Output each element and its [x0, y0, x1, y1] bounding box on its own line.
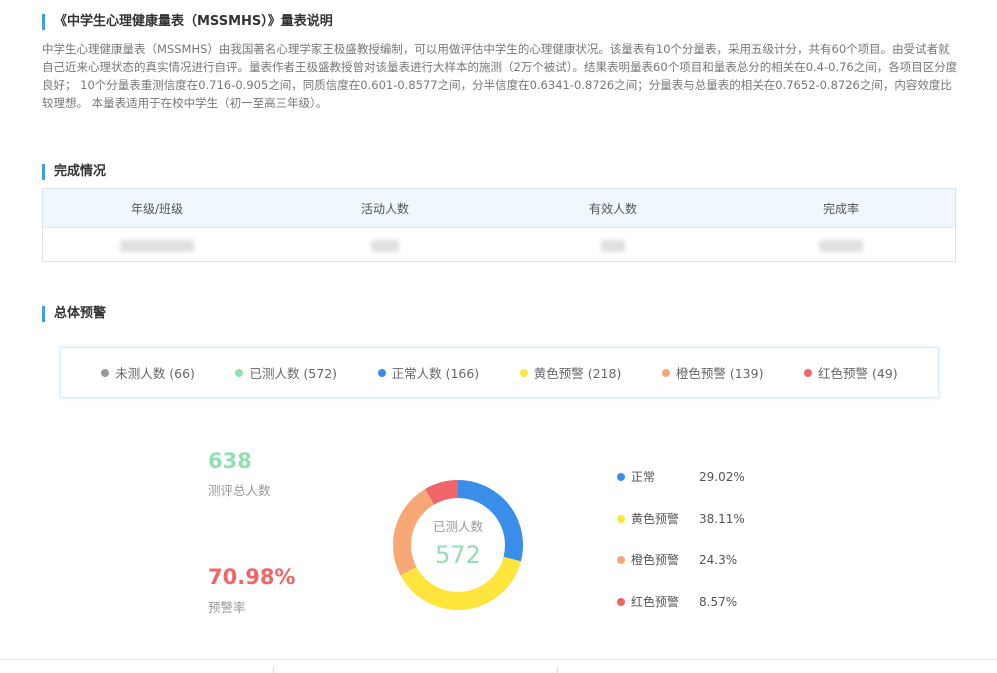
redacted-grade-class: [43, 228, 271, 263]
warning-rate-value: 70.98%: [208, 565, 296, 589]
column-header-valid-count: 有效人数: [588, 201, 637, 216]
breakdown-name: 黄色预警: [631, 512, 680, 526]
breakdown-item-red: 红色预警 8.57%: [617, 593, 787, 610]
legend-label: 已测人数 (572): [249, 366, 338, 381]
blue-dot-icon: [377, 368, 386, 377]
yellow-dot-icon: [519, 368, 528, 377]
breakdown-percent: 24.3%: [699, 552, 738, 567]
breakdown-percent: 29.02%: [699, 469, 745, 484]
table-header-row: 年级/班级 活动人数 有效人数 完成率: [43, 189, 955, 228]
bottom-divider: [0, 659, 997, 660]
legend-item-yellow-warning[interactable]: 黄色预警 (218): [519, 363, 622, 382]
table-row: [43, 228, 955, 263]
column-header-grade-class: 年级/班级: [130, 201, 184, 216]
legend-item-red-warning[interactable]: 红色预警 (49): [804, 363, 898, 382]
gray-dot-icon: [101, 368, 110, 377]
redacted-completion-rate: [727, 228, 955, 263]
legend-label: 正常人数 (166): [391, 366, 480, 381]
yellow-dot-icon: [617, 514, 625, 523]
legend-item-untested[interactable]: 未测人数 (66): [101, 363, 195, 382]
scale-description: 中学生心理健康量表（MSSMHS）由我国著名心理学家王极盛教授编制，可以用做评估…: [42, 42, 958, 110]
legend-item-normal[interactable]: 正常人数 (166): [377, 363, 480, 382]
orange-dot-icon: [617, 555, 625, 564]
breakdown-item-normal: 正常 29.02%: [617, 468, 787, 485]
green-dot-icon: [235, 368, 244, 377]
scale-intro-title: 《中学生心理健康量表（MSSMHS）》量表说明: [42, 14, 333, 30]
red-dot-icon: [617, 597, 625, 606]
legend-label: 橙色预警 (139): [675, 366, 764, 381]
completion-table: 年级/班级 活动人数 有效人数 完成率: [42, 188, 956, 262]
warning-legend: 未测人数 (66) 已测人数 (572) 正常人数 (166) 黄色预警 (21…: [60, 347, 939, 398]
warning-rate-label: 预警率: [208, 600, 246, 615]
legend-item-orange-warning[interactable]: 橙色预警 (139): [661, 363, 764, 382]
warning-section-title: 总体预警: [42, 306, 106, 322]
breakdown-item-yellow: 黄色预警 38.11%: [617, 510, 787, 527]
breakdown-name: 正常: [631, 470, 656, 484]
legend-label: 未测人数 (66): [115, 366, 195, 381]
breakdown-percent: 38.11%: [699, 511, 745, 526]
red-dot-icon: [804, 368, 813, 377]
bottom-tick: [557, 666, 558, 673]
orange-dot-icon: [661, 368, 670, 377]
donut-center-label: 已测人数: [432, 519, 483, 534]
breakdown-name: 红色预警: [631, 595, 680, 609]
breakdown-item-orange: 橙色预警 24.3%: [617, 551, 787, 568]
completion-section-title: 完成情况: [42, 164, 106, 180]
breakdown-percent: 8.57%: [699, 594, 738, 609]
column-header-completion-rate: 完成率: [822, 201, 859, 216]
legend-label: 红色预警 (49): [818, 366, 898, 381]
legend-label: 黄色预警 (218): [533, 366, 622, 381]
legend-item-tested[interactable]: 已测人数 (572): [235, 363, 337, 382]
blue-dot-icon: [617, 472, 625, 481]
bottom-tick: [273, 666, 274, 673]
column-header-participants: 活动人数: [360, 201, 409, 216]
breakdown-name: 橙色预警: [631, 553, 680, 567]
total-assessed-label: 测评总人数: [208, 483, 271, 498]
redacted-valid-count: [499, 228, 727, 263]
total-assessed-count: 638: [208, 449, 252, 473]
donut-center-value: 572: [435, 541, 481, 569]
redacted-participants: [271, 228, 499, 263]
